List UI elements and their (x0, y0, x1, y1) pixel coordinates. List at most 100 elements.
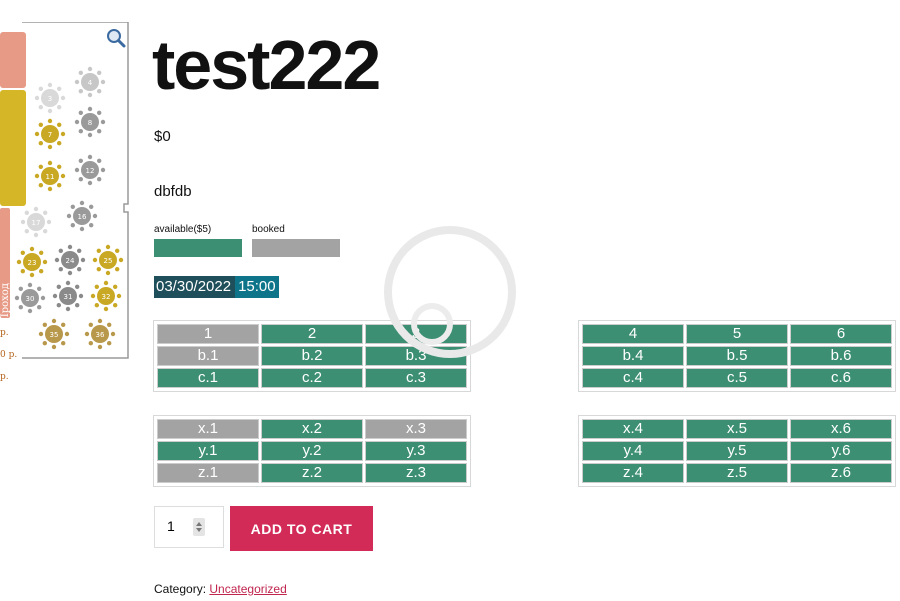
plan-table-30[interactable]: 30 (14, 282, 46, 314)
seat-grid-4: x.4 x.5 x.6 y.4 y.5 y.6 z.4 z.5 z.6 (578, 415, 896, 487)
selected-time[interactable]: 15:00 (235, 276, 279, 298)
plan-table-11[interactable]: 11 (34, 160, 66, 192)
seat-c-4[interactable]: c.4 (582, 368, 684, 388)
aisle-label-text: Проход (0, 283, 11, 322)
plan-table-16[interactable]: 16 (66, 200, 98, 232)
product-price: $0 (154, 128, 171, 145)
selected-date[interactable]: 03/30/2022 (154, 276, 236, 298)
quantity-stepper[interactable] (154, 506, 224, 548)
plan-table-4[interactable]: 4 (74, 66, 106, 98)
seat-x-4[interactable]: x.4 (582, 419, 684, 439)
legend-booked-label: booked (252, 224, 285, 235)
seat-c-6[interactable]: c.6 (790, 368, 892, 388)
seat-row: 456 (582, 324, 892, 344)
seat-row: y.4 y.5 y.6 (582, 441, 892, 461)
seat-z-6[interactable]: z.6 (790, 463, 892, 483)
seat-z-1[interactable]: z.1 (157, 463, 259, 483)
add-to-cart-button[interactable]: ADD TO CART (230, 506, 373, 551)
seat-y-6[interactable]: y.6 (790, 441, 892, 461)
svg-text:12: 12 (86, 167, 95, 175)
legend-booked: booked (252, 224, 340, 257)
plan-table-36[interactable]: 36 (84, 318, 116, 350)
plan-table-31[interactable]: 31 (52, 280, 84, 312)
plan-price: р. (0, 372, 9, 382)
seat-c-2[interactable]: c.2 (261, 368, 363, 388)
quantity-spin-icon[interactable] (193, 518, 205, 536)
svg-text:11: 11 (46, 173, 55, 181)
product-title: test222 (152, 26, 381, 104)
plan-table-32[interactable]: 32 (90, 280, 122, 312)
seat-5[interactable]: 5 (686, 324, 788, 344)
category-prefix: Category: (154, 582, 207, 596)
seat-z-5[interactable]: z.5 (686, 463, 788, 483)
selected-datetime[interactable]: 03/30/2022 15:00 (154, 276, 279, 298)
seat-y-4[interactable]: y.4 (582, 441, 684, 461)
seat-b-5[interactable]: b.5 (686, 346, 788, 366)
seat-x-6[interactable]: x.6 (790, 419, 892, 439)
seat-4[interactable]: 4 (582, 324, 684, 344)
seat-c-1[interactable]: c.1 (157, 368, 259, 388)
plan-price: р. (0, 328, 9, 338)
seat-b-2[interactable]: b.2 (261, 346, 363, 366)
seat-b-1[interactable]: b.1 (157, 346, 259, 366)
seat-z-3[interactable]: z.3 (365, 463, 467, 483)
seat-2[interactable]: 2 (261, 324, 363, 344)
category-link[interactable]: Uncategorized (209, 582, 286, 596)
seat-row: z.1 z.2 z.3 (157, 463, 467, 483)
floor-plan-drawing: 4 3 8 7 12 11 16 17 23 24 25 30 31 32 35 36 (0, 22, 129, 359)
product-description: dbfdb (154, 183, 192, 200)
plan-table-17[interactable]: 17 (20, 206, 52, 238)
seat-1[interactable]: 1 (157, 324, 259, 344)
seat-3[interactable]: 3 (365, 324, 467, 344)
legend-booked-swatch (252, 239, 340, 257)
legend-available: available($5) (154, 224, 242, 257)
legend-available-label: available($5) (154, 224, 212, 235)
svg-text:16: 16 (78, 213, 87, 221)
seat-c-5[interactable]: c.5 (686, 368, 788, 388)
plan-table-24[interactable]: 24 (54, 244, 86, 276)
seat-row: z.4 z.5 z.6 (582, 463, 892, 483)
svg-text:25: 25 (104, 257, 113, 265)
seat-grid-2: 4 5 6 b.4 b.5 b.6 c.4 c.5 c.6 (578, 320, 896, 392)
plan-price-list: р. 0 р. р. (0, 322, 17, 388)
seat-6[interactable]: 6 (790, 324, 892, 344)
seat-row: c.4 c.5 c.6 (582, 368, 892, 388)
seat-grid-1: 1 2 3 b.1 b.2 b.3 c.1 c.2 c.3 (153, 320, 471, 392)
seat-y-3[interactable]: y.3 (365, 441, 467, 461)
seat-z-2[interactable]: z.2 (261, 463, 363, 483)
aisle-label: Проход (0, 234, 11, 324)
legend-available-swatch (154, 239, 242, 257)
svg-text:24: 24 (66, 257, 75, 265)
zoom-magnifier-icon[interactable] (106, 28, 126, 48)
plan-table-35[interactable]: 35 (38, 318, 70, 350)
seat-x-5[interactable]: x.5 (686, 419, 788, 439)
svg-text:8: 8 (88, 119, 92, 127)
seat-row: y.1 y.2 y.3 (157, 441, 467, 461)
seat-x-1[interactable]: x.1 (157, 419, 259, 439)
seat-b-3[interactable]: b.3 (365, 346, 467, 366)
plan-table-12[interactable]: 12 (74, 154, 106, 186)
seat-y-2[interactable]: y.2 (261, 441, 363, 461)
plan-table-8[interactable]: 8 (74, 106, 106, 138)
plan-table-7[interactable]: 7 (34, 118, 66, 150)
floor-plan-image[interactable]: 4 3 8 7 12 11 16 17 23 24 25 30 31 32 35 36 Проход р. 0 … (0, 22, 132, 382)
svg-text:17: 17 (32, 219, 41, 227)
seat-row: 123 (157, 324, 467, 344)
svg-text:4: 4 (88, 79, 93, 87)
plan-price: 0 р. (0, 350, 18, 360)
plan-table-25[interactable]: 25 (92, 244, 124, 276)
seat-grid-3: x.1 x.2 x.3 y.1 y.2 y.3 z.1 z.2 z.3 (153, 415, 471, 487)
svg-text:30: 30 (26, 295, 35, 303)
seat-c-3[interactable]: c.3 (365, 368, 467, 388)
seat-y-5[interactable]: y.5 (686, 441, 788, 461)
seat-b-4[interactable]: b.4 (582, 346, 684, 366)
seat-row: x.4 x.5 x.6 (582, 419, 892, 439)
seat-b-6[interactable]: b.6 (790, 346, 892, 366)
svg-text:36: 36 (96, 331, 105, 339)
plan-table-23[interactable]: 23 (16, 246, 48, 278)
plan-table-3[interactable]: 3 (34, 82, 66, 114)
seat-x-3[interactable]: x.3 (365, 419, 467, 439)
seat-z-4[interactable]: z.4 (582, 463, 684, 483)
seat-y-1[interactable]: y.1 (157, 441, 259, 461)
seat-x-2[interactable]: x.2 (261, 419, 363, 439)
